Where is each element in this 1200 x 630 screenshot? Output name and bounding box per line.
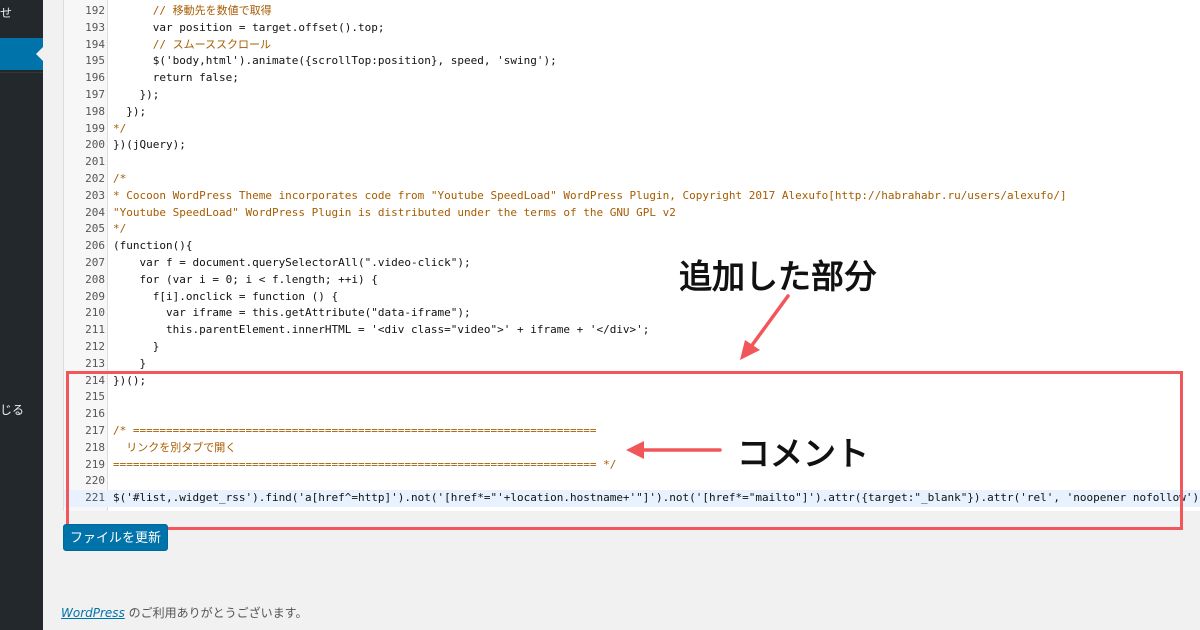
footer-thanks-text: のご利用ありがとうございます。 xyxy=(124,606,308,620)
line-code: var iframe = this.getAttribute("data-ifr… xyxy=(113,306,471,320)
line-number: 193 xyxy=(85,20,105,34)
line-code: } xyxy=(113,339,160,353)
code-line[interactable]: 195 $('body,html').animate({scrollTop:po… xyxy=(64,53,1200,70)
line-number: 202 xyxy=(85,171,105,185)
wordpress-link[interactable]: WordPress xyxy=(61,606,125,620)
line-code: // 移動先を数値で取得 xyxy=(113,4,272,17)
line-code: this.parentElement.innerHTML = '<div cla… xyxy=(113,323,650,337)
sidebar-active-item[interactable] xyxy=(0,38,43,70)
code-line[interactable]: 201 xyxy=(64,154,1200,171)
line-number: 200 xyxy=(85,138,105,152)
update-file-button[interactable]: ファイルを更新 xyxy=(63,524,168,551)
line-number: 192 xyxy=(85,4,105,17)
code-line[interactable]: 213 } xyxy=(64,356,1200,373)
code-line[interactable]: 212 } xyxy=(64,339,1200,356)
line-code: * Cocoon WordPress Theme incorporates co… xyxy=(113,188,1067,202)
code-line[interactable]: 206 (function(){ xyxy=(64,238,1200,255)
line-code: "Youtube SpeedLoad" WordPress Plugin is … xyxy=(113,205,676,219)
line-code: $('body,html').animate({scrollTop:positi… xyxy=(113,54,557,68)
code-line[interactable]: 200 })(jQuery); xyxy=(64,137,1200,154)
code-line[interactable]: 198 }); xyxy=(64,104,1200,121)
code-line[interactable]: 205 */ xyxy=(64,221,1200,238)
admin-sidebar: せ じる xyxy=(0,0,43,630)
code-line[interactable]: 199 */ xyxy=(64,121,1200,138)
code-line[interactable]: 192 // 移動先を数値で取得 xyxy=(64,3,1200,20)
line-code: */ xyxy=(113,222,127,236)
line-code: f[i].onclick = function () { xyxy=(113,289,339,303)
code-line[interactable]: 203 * Cocoon WordPress Theme incorporates… xyxy=(64,188,1200,205)
line-number: 194 xyxy=(85,37,105,51)
line-number: 205 xyxy=(85,222,105,236)
code-line[interactable]: 197 }); xyxy=(64,87,1200,104)
line-code: } xyxy=(113,356,147,370)
sidebar-collapse-label[interactable]: じる xyxy=(0,401,24,418)
line-number: 207 xyxy=(85,255,105,269)
line-number: 206 xyxy=(85,239,105,253)
line-code: */ xyxy=(113,121,127,135)
line-number: 212 xyxy=(85,339,105,353)
line-number: 196 xyxy=(85,71,105,85)
code-line[interactable]: 208 for (var i = 0; i < f.length; ++i) { xyxy=(64,272,1200,289)
code-line[interactable]: 202 /* xyxy=(64,171,1200,188)
code-line[interactable]: 196 return false; xyxy=(64,70,1200,87)
line-number: 208 xyxy=(85,272,105,286)
added-part-annotation: 追加した部分 xyxy=(679,257,877,296)
line-code: })(jQuery); xyxy=(113,138,186,152)
line-code: (function(){ xyxy=(113,239,193,253)
line-code: var position = target.offset().top; xyxy=(113,20,385,34)
code-line[interactable]: 194 // スムーススクロール xyxy=(64,37,1200,54)
line-number: 195 xyxy=(85,54,105,68)
line-number: 203 xyxy=(85,188,105,202)
line-number: 197 xyxy=(85,87,105,101)
line-code: /* xyxy=(113,171,127,185)
sidebar-top-label[interactable]: せ xyxy=(0,4,12,21)
line-code: var f = document.querySelectorAll(".vide… xyxy=(113,255,471,269)
line-code: }); xyxy=(113,104,147,118)
line-number: 204 xyxy=(85,205,105,219)
code-line[interactable]: 207 var f = document.querySelectorAll(".… xyxy=(64,255,1200,272)
code-line[interactable]: 210 var iframe = this.getAttribute("data… xyxy=(64,305,1200,322)
code-line[interactable]: 193 var position = target.offset().top; xyxy=(64,20,1200,37)
arrow-left-icon xyxy=(626,441,722,459)
code-line[interactable]: 211 this.parentElement.innerHTML = '<div… xyxy=(64,322,1200,339)
line-code: // スムーススクロール xyxy=(113,37,272,51)
line-number: 209 xyxy=(85,289,105,303)
comment-annotation: コメント xyxy=(737,434,869,473)
arrow-down-left-icon xyxy=(740,294,790,360)
line-code: return false; xyxy=(113,71,239,85)
line-code: for (var i = 0; i < f.length; ++i) { xyxy=(113,272,378,286)
line-number: 211 xyxy=(85,323,105,337)
admin-footer: WordPress のご利用ありがとうございます。 xyxy=(61,604,307,621)
sidebar-separator xyxy=(0,72,43,73)
line-number: 213 xyxy=(85,356,105,370)
code-line[interactable]: 204 "Youtube SpeedLoad" WordPress Plugin … xyxy=(64,205,1200,222)
line-number: 210 xyxy=(85,306,105,320)
line-number: 198 xyxy=(85,104,105,118)
code-line[interactable]: 209 f[i].onclick = function () { xyxy=(64,289,1200,306)
line-number: 199 xyxy=(85,121,105,135)
line-code: }); xyxy=(113,87,160,101)
line-number: 201 xyxy=(85,155,105,169)
